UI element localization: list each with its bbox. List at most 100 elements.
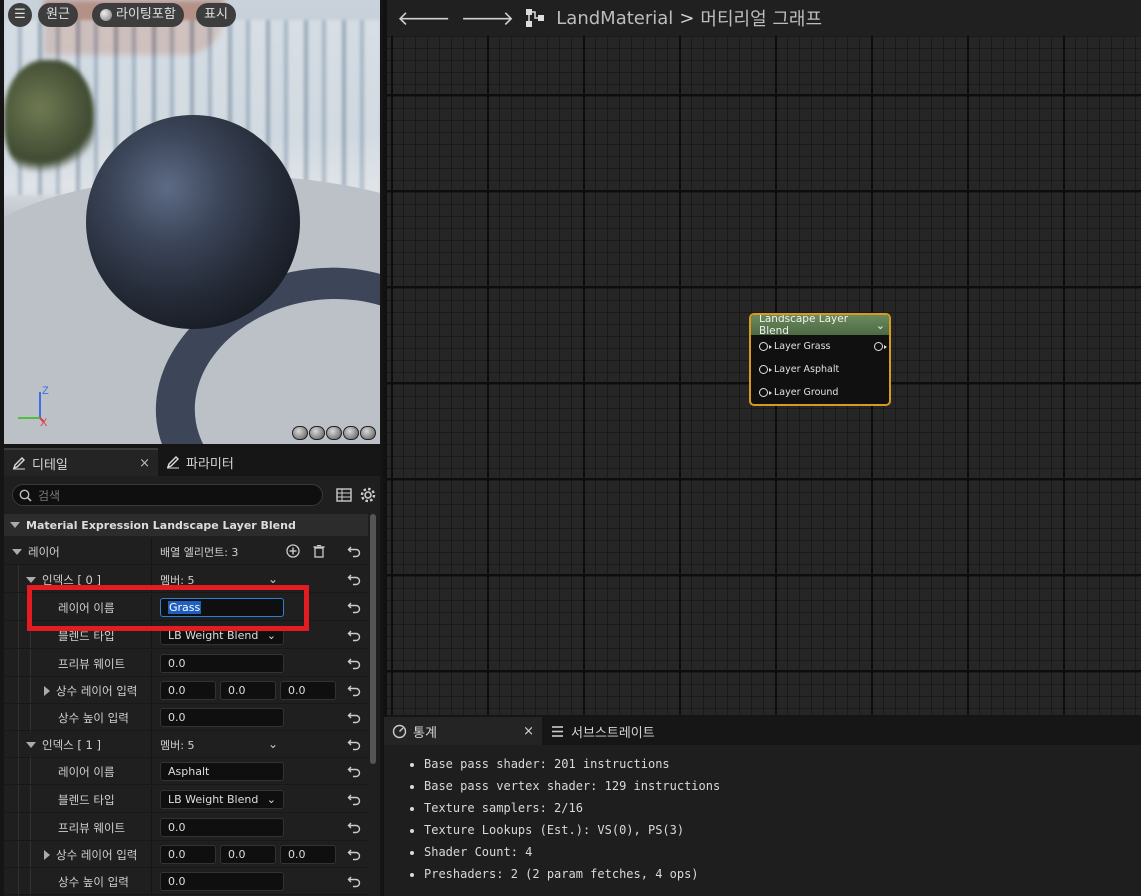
const-height-input[interactable]: 0.0	[160, 708, 284, 727]
reset-arrow-icon[interactable]	[347, 847, 361, 861]
table-view-icon[interactable]	[335, 486, 353, 504]
chevron-down-icon[interactable]: ⌄	[876, 319, 885, 332]
stats-panel: 통계 × 서브스트레이트 Base pass shader: 201 instr…	[384, 717, 1141, 896]
pin-label: Layer Asphalt	[774, 364, 840, 375]
reset-arrow-icon[interactable]	[347, 544, 361, 558]
search-placeholder: 검색	[38, 488, 61, 503]
node-header[interactable]: Landscape Layer Blend ⌄	[751, 313, 889, 337]
cube-shape-icon[interactable]	[343, 426, 359, 440]
const-input-z[interactable]: 0.0	[280, 681, 336, 700]
preview-weight-label: 프리뷰 웨이트	[58, 656, 126, 671]
collapse-arrow-icon[interactable]	[12, 548, 22, 555]
material-preview-viewport[interactable]: ☰ 원근 라이팅포함 표시 Z X	[4, 0, 380, 444]
gear-icon[interactable]	[359, 486, 377, 504]
breadcrumb-graph: 머티리얼 그래프	[700, 9, 823, 30]
graph-hierarchy-icon	[526, 9, 545, 27]
landscape-layer-blend-node[interactable]: Landscape Layer Blend ⌄ Layer Grass Laye…	[749, 313, 891, 406]
tab-substrate[interactable]: 서브스트레이트	[542, 717, 663, 745]
index-label: 인덱스 [ 1 ]	[42, 737, 101, 752]
layer-name-label: 레이어 이름	[58, 764, 115, 779]
close-icon[interactable]: ×	[523, 724, 534, 739]
reset-arrow-icon[interactable]	[347, 874, 361, 888]
svg-text:Z: Z	[42, 385, 49, 397]
stats-line: Texture Lookups (Est.): VS(0), PS(3)	[424, 819, 1141, 841]
stats-line: Base pass shader: 201 instructions	[424, 753, 1141, 775]
sphere-shape-icon[interactable]	[309, 426, 325, 440]
reset-arrow-icon[interactable]	[347, 628, 361, 642]
const-layer-input-label: 상수 레이어 입력	[56, 847, 138, 862]
node-input-pin-row[interactable]: Layer Grass	[751, 335, 889, 358]
blend-type-row: 블렌드 타입 LB Weight Blend ⌄	[4, 786, 368, 813]
preview-weight-label: 프리뷰 웨이트	[58, 820, 126, 835]
const-height-input-label: 상수 높이 입력	[58, 874, 129, 889]
const-input-x[interactable]: 0.0	[160, 681, 216, 700]
reset-arrow-icon[interactable]	[347, 764, 361, 778]
const-input-y[interactable]: 0.0	[220, 681, 276, 700]
tab-stats[interactable]: 통계 ×	[384, 717, 542, 745]
member-count: 멤버: 5	[160, 738, 195, 752]
input-pin-icon[interactable]	[759, 388, 772, 397]
node-title: Landscape Layer Blend	[759, 313, 849, 337]
blend-type-value: LB Weight Blend	[168, 793, 259, 806]
perspective-button[interactable]: 원근	[38, 3, 78, 27]
output-pin-icon[interactable]	[874, 342, 887, 351]
details-search-input[interactable]: 검색	[12, 484, 323, 506]
tab-substrate-label: 서브스트레이트	[571, 725, 655, 741]
reset-arrow-icon[interactable]	[347, 572, 361, 586]
collapse-arrow-icon[interactable]	[10, 522, 20, 528]
search-icon	[19, 489, 32, 502]
hamburger-icon: ☰	[14, 7, 26, 22]
const-input-z[interactable]: 0.0	[280, 845, 336, 864]
tab-parameters[interactable]: 파라미터	[158, 448, 242, 476]
reset-arrow-icon[interactable]	[347, 683, 361, 697]
lighting-label: 라이팅포함	[116, 7, 176, 22]
input-pin-icon[interactable]	[759, 342, 772, 351]
preview-weight-input[interactable]: 0.0	[160, 654, 284, 673]
const-input-y[interactable]: 0.0	[220, 845, 276, 864]
pin-label: Layer Ground	[774, 387, 839, 398]
reset-arrow-icon[interactable]	[347, 792, 361, 806]
layer-name-input[interactable]: Asphalt	[160, 762, 284, 781]
details-scrollbar[interactable]	[370, 514, 376, 764]
lighting-button[interactable]: 라이팅포함	[92, 3, 184, 27]
add-element-icon[interactable]	[286, 544, 300, 558]
show-button[interactable]: 표시	[196, 3, 236, 27]
node-input-pin-row[interactable]: Layer Ground	[751, 381, 889, 404]
const-input-x[interactable]: 0.0	[160, 845, 216, 864]
cylinder-shape-icon[interactable]	[292, 426, 308, 440]
reset-arrow-icon[interactable]	[347, 656, 361, 670]
viewport-menu-button[interactable]: ☰	[8, 3, 32, 27]
list-icon	[552, 725, 563, 737]
chevron-down-icon: ⌄	[266, 793, 276, 806]
breadcrumb-asset[interactable]: LandMaterial	[556, 8, 673, 29]
custom-mesh-icon[interactable]	[360, 426, 376, 440]
reset-arrow-icon[interactable]	[347, 710, 361, 724]
tab-details[interactable]: 디테일 ×	[4, 448, 158, 476]
category-header[interactable]: Material Expression Landscape Layer Blen…	[4, 514, 368, 536]
node-input-pin-row[interactable]: Layer Asphalt	[751, 358, 889, 381]
forward-arrow-icon[interactable]: 🡒	[461, 6, 515, 30]
expand-arrow-icon[interactable]	[44, 685, 50, 696]
breadcrumb-separator-icon: >	[679, 7, 695, 29]
preview-weight-input[interactable]: 0.0	[160, 818, 284, 837]
stats-list: Base pass shader: 201 instructions Base …	[384, 745, 1141, 885]
chevron-down-icon[interactable]: ⌄	[268, 572, 278, 586]
preview-shape-selector[interactable]	[292, 426, 376, 440]
chevron-down-icon[interactable]: ⌄	[268, 737, 278, 751]
stats-line: Preshaders: 2 (2 param fetches, 4 ops)	[424, 863, 1141, 885]
expand-arrow-icon[interactable]	[44, 849, 50, 860]
blend-type-dropdown[interactable]: LB Weight Blend ⌄	[160, 790, 284, 809]
input-pin-icon[interactable]	[759, 365, 772, 374]
plane-shape-icon[interactable]	[326, 426, 342, 440]
reset-arrow-icon[interactable]	[347, 600, 361, 614]
reset-arrow-icon[interactable]	[347, 820, 361, 834]
reset-arrow-icon[interactable]	[347, 737, 361, 751]
back-arrow-icon[interactable]: 🡐	[397, 6, 451, 30]
close-icon[interactable]: ×	[139, 456, 150, 471]
svg-text:X: X	[40, 417, 48, 426]
layers-label: 레이어	[28, 544, 60, 559]
collapse-arrow-icon[interactable]	[26, 741, 36, 748]
collapse-arrow-icon[interactable]	[26, 576, 36, 583]
const-height-input[interactable]: 0.0	[160, 872, 284, 891]
trash-icon[interactable]	[312, 544, 326, 558]
